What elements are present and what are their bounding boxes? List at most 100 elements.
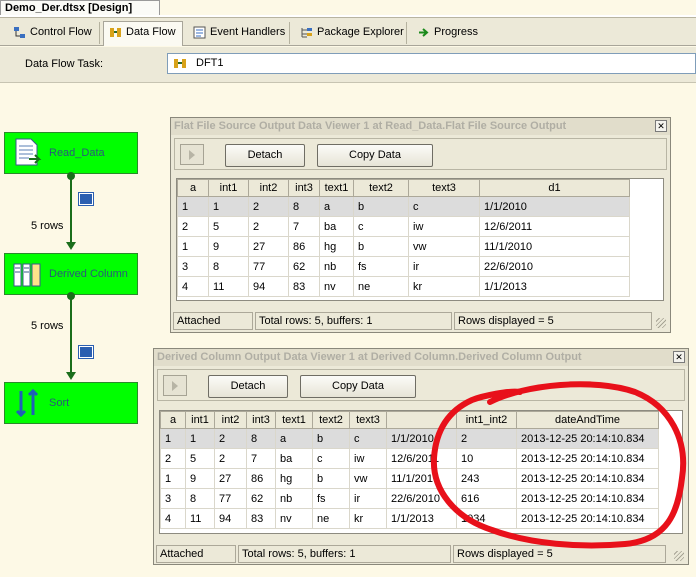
table-cell[interactable]: ba [275,448,313,469]
table-cell[interactable]: 11 [185,508,215,529]
table-cell[interactable]: c [312,448,350,469]
table-cell[interactable]: 27 [248,236,289,257]
table-cell[interactable]: nv [275,508,313,529]
table-cell[interactable]: kr [408,276,480,297]
detach-button[interactable]: Detach [225,144,305,167]
play-button[interactable] [163,375,187,396]
table-row[interactable]: 3 8 77 62 nb fs ir 22/6/2010 616 2013-12-25 20:14… [160,488,659,509]
table-cell[interactable]: 11/1/2010 [386,468,457,489]
tab-data-flow[interactable]: Data Flow [103,21,183,46]
table-row[interactable]: 2 5 2 7 ba c iw 12/6/2011 10 2013-12-25 20:14:10.… [160,448,659,469]
table-cell[interactable]: 9 [208,236,249,257]
close-icon[interactable]: ✕ [655,120,667,132]
table-cell[interactable]: a [275,428,313,449]
viewer-title[interactable]: Derived Column Output Data Viewer 1 at D… [154,349,688,366]
table-cell[interactable]: 77 [248,256,289,277]
table-cell[interactable]: 8 [185,488,215,509]
table-cell[interactable]: 1/1/2010 [479,196,630,217]
component-read-data[interactable]: Read_Data [4,132,138,174]
table-cell[interactable]: c [408,196,480,217]
table-cell[interactable]: 2 [214,428,247,449]
column-header[interactable]: dateAndTime [516,411,659,429]
table-cell[interactable]: 62 [288,256,320,277]
path-line[interactable] [70,296,72,372]
table-row[interactable]: 4 11 94 83 nv ne kr 1/1/2013 1034 2013-12-25 20:1… [160,508,659,529]
column-header[interactable]: int3 [246,411,276,429]
table-cell[interactable]: 3 [177,256,209,277]
table-cell[interactable]: 1 [208,196,249,217]
column-header[interactable]: text2 [312,411,350,429]
copy-data-button[interactable]: Copy Data [300,375,416,398]
table-cell[interactable]: nv [319,276,354,297]
data-flow-task-dropdown[interactable]: DFT1 [167,53,696,74]
column-header[interactable] [386,411,457,429]
table-cell[interactable]: hg [275,468,313,489]
table-cell[interactable]: ne [353,276,409,297]
table-cell[interactable]: ir [408,256,480,277]
data-grid[interactable]: a int1 int2 int3 text1 text2 text3 d1 11… [176,178,664,301]
column-header[interactable]: int3 [288,179,320,197]
table-cell[interactable]: 1/1/2013 [386,508,457,529]
table-cell[interactable]: 4 [160,508,186,529]
table-cell[interactable]: b [353,196,409,217]
viewer-title[interactable]: Flat File Source Output Data Viewer 1 at… [171,118,670,135]
table-cell[interactable]: 2 [160,448,186,469]
detach-button[interactable]: Detach [208,375,288,398]
close-icon[interactable]: ✕ [673,351,685,363]
table-row[interactable]: 3 8 77 62 nb fs ir 22/6/2010 [177,256,630,277]
table-cell[interactable]: 1 [177,196,209,217]
table-cell[interactable]: vw [408,236,480,257]
table-cell[interactable]: nb [319,256,354,277]
table-cell[interactable]: 83 [246,508,276,529]
column-header[interactable]: int1 [208,179,249,197]
tab-progress[interactable]: Progress [412,22,488,44]
component-sort[interactable]: Sort [4,382,138,424]
table-cell[interactable]: 86 [288,236,320,257]
table-cell[interactable]: 2 [214,448,247,469]
table-cell[interactable]: 8 [208,256,249,277]
path-line[interactable] [70,176,72,242]
table-row[interactable]: 1 9 27 86 hg b vw 11/1/2010 243 2013-12-25 20:14:… [160,468,659,489]
table-cell[interactable]: 11 [208,276,249,297]
table-cell[interactable]: a [319,196,354,217]
table-cell[interactable]: 1 [160,468,186,489]
table-cell[interactable]: 9 [185,468,215,489]
table-cell[interactable]: 8 [288,196,320,217]
column-header[interactable]: text3 [349,411,387,429]
table-row[interactable]: 1 1 2 8 a b c 1/1/2010 [177,196,630,217]
table-cell[interactable]: c [353,216,409,237]
table-cell[interactable]: 77 [214,488,247,509]
column-header[interactable]: int2 [248,179,289,197]
table-cell[interactable]: b [312,428,350,449]
table-cell[interactable]: 12/6/2011 [479,216,630,237]
table-cell[interactable]: 1034 [456,508,517,529]
table-cell[interactable]: 1 [185,428,215,449]
table-cell[interactable]: fs [312,488,350,509]
table-cell[interactable]: ir [349,488,387,509]
table-cell[interactable]: 11/1/2010 [479,236,630,257]
column-header[interactable]: a [160,411,186,429]
tab-package-explorer[interactable]: Package Explorer [295,22,407,44]
table-cell[interactable]: 27 [214,468,247,489]
table-cell[interactable]: hg [319,236,354,257]
table-cell[interactable]: 8 [246,428,276,449]
table-cell[interactable]: 243 [456,468,517,489]
table-cell[interactable]: 2 [248,216,289,237]
table-cell[interactable]: 12/6/2011 [386,448,457,469]
data-grid[interactable]: a int1 int2 int3 text1 text2 text3 int1_… [159,410,683,534]
data-viewer-window[interactable]: Derived Column Output Data Viewer 1 at D… [153,348,689,565]
table-row[interactable]: 1 9 27 86 hg b vw 11/1/2010 [177,236,630,257]
column-header[interactable]: text2 [353,179,409,197]
document-tab[interactable]: Demo_Der.dtsx [Design] [0,0,160,16]
table-cell[interactable]: 2 [248,196,289,217]
table-cell[interactable]: iw [408,216,480,237]
table-cell[interactable]: 22/6/2010 [479,256,630,277]
table-cell[interactable]: 83 [288,276,320,297]
tab-control-flow[interactable]: Control Flow [8,22,100,44]
table-cell[interactable]: fs [353,256,409,277]
data-viewer-window[interactable]: Flat File Source Output Data Viewer 1 at… [170,117,671,333]
table-cell[interactable]: 616 [456,488,517,509]
table-cell[interactable]: b [312,468,350,489]
table-cell[interactable]: 5 [208,216,249,237]
play-button[interactable] [180,144,204,165]
